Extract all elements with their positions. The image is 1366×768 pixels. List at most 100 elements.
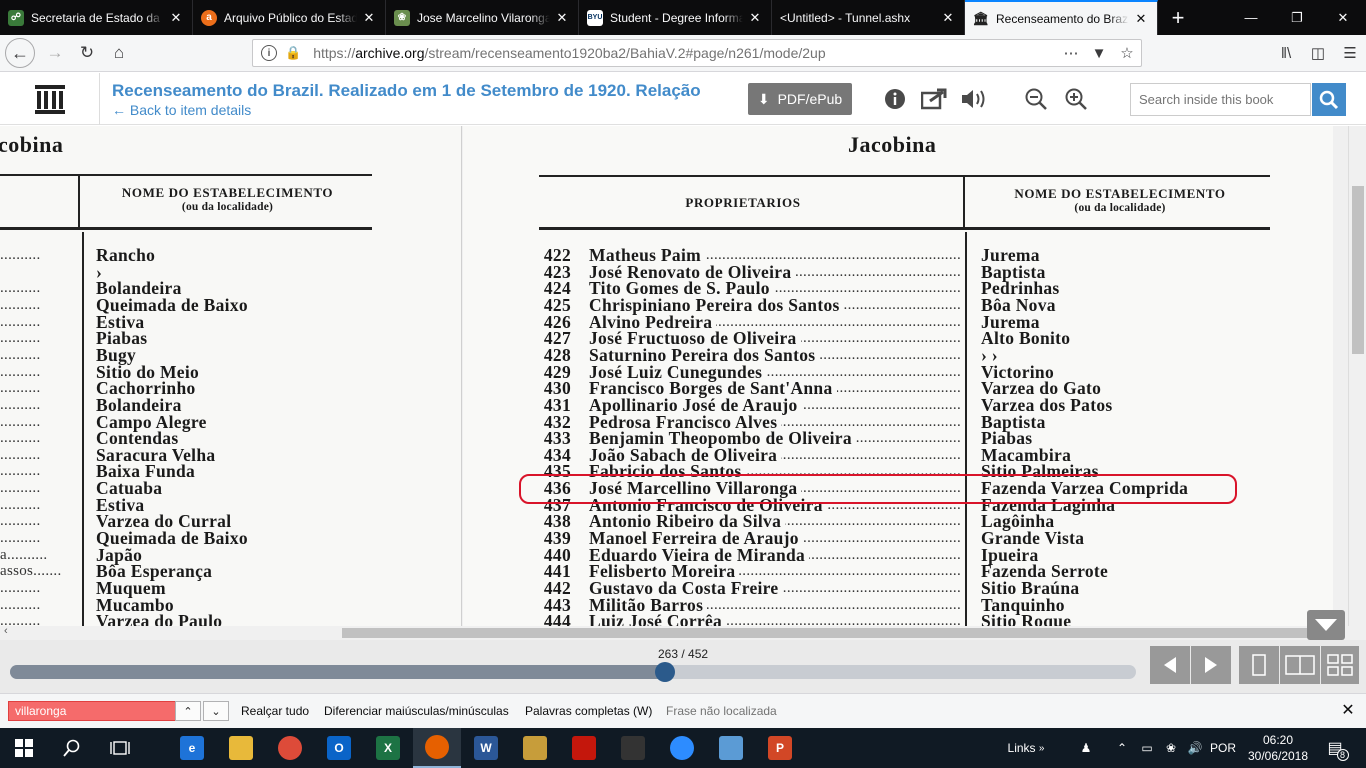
search-button[interactable] (48, 728, 96, 768)
leader-dots: .......... (0, 530, 41, 547)
vertical-scrollbar[interactable] (1348, 126, 1366, 626)
wifi-icon[interactable]: ❀ (1160, 728, 1182, 768)
pdf-epub-button[interactable]: ⬇ PDF/ePub (748, 83, 852, 115)
maximize-icon[interactable]: ❐ (1274, 0, 1320, 35)
volume-icon[interactable]: 🔊 (1184, 728, 1206, 768)
find-next-button[interactable]: ⌄ (203, 701, 229, 721)
taskbar-app[interactable]: e (168, 728, 216, 768)
people-icon[interactable]: ♟ (1074, 728, 1098, 768)
notification-center-button[interactable]: ▤ 8 (1320, 728, 1350, 768)
close-tab-icon[interactable]: ✕ (168, 10, 184, 26)
share-icon[interactable] (920, 85, 948, 113)
close-tab-icon[interactable]: ✕ (361, 10, 377, 26)
page-slider-handle[interactable] (655, 662, 676, 682)
scrollbar-thumb[interactable] (342, 628, 1332, 638)
search-button[interactable] (1312, 83, 1346, 116)
toggle-navbar-button[interactable] (1307, 610, 1345, 640)
thumbnail-view-button[interactable] (1321, 646, 1359, 684)
zoom-in-icon[interactable] (1062, 85, 1090, 113)
taskbar-app[interactable]: W (462, 728, 510, 768)
bookmark-star-icon[interactable]: ☆ (1113, 44, 1141, 62)
taskbar-app[interactable]: O (315, 728, 363, 768)
back-button[interactable]: ← (5, 38, 35, 68)
highlight-all-option[interactable]: Realçar tudo (241, 704, 309, 718)
outlook-icon: O (327, 736, 351, 760)
battery-icon[interactable]: ▭ (1136, 728, 1158, 768)
info-icon[interactable] (881, 85, 909, 113)
browser-tab[interactable]: ☍ Secretaria de Estado da C ✕ (0, 0, 193, 35)
leader-dots: ........................................… (803, 530, 961, 547)
archive-logo-icon[interactable] (0, 73, 100, 125)
search-inside-input[interactable] (1130, 83, 1311, 116)
url-text[interactable]: https://archive.org/stream/recenseamento… (313, 45, 1057, 61)
reload-button[interactable]: ↻ (71, 38, 103, 68)
leader-dots: .......... (0, 330, 41, 347)
home-button[interactable]: ⌂ (103, 38, 135, 68)
leader-dots: .......... (0, 613, 41, 626)
taskbar-app[interactable] (560, 728, 608, 768)
taskbar-app[interactable] (658, 728, 706, 768)
whole-words-option[interactable]: Palavras completas (W) (525, 704, 652, 718)
task-view-button[interactable] (96, 728, 144, 768)
taskbar-app[interactable] (413, 728, 461, 768)
chevron-up-icon[interactable]: ⌃ (1114, 728, 1130, 768)
taskbar-app[interactable] (707, 728, 755, 768)
taskbar-app[interactable]: X (364, 728, 412, 768)
url-bar[interactable]: i 🔒 https://archive.org/stream/recenseam… (252, 39, 1142, 67)
two-page-view-button[interactable] (1280, 646, 1320, 684)
page-slider[interactable] (10, 665, 1136, 679)
close-tab-icon[interactable]: ✕ (747, 10, 763, 26)
menu-icon[interactable]: ☰ (1334, 39, 1366, 67)
new-tab-button[interactable]: + (1158, 0, 1198, 35)
left-page-title: cobina (0, 132, 64, 157)
taskbar-app[interactable] (609, 728, 657, 768)
browser-tab[interactable]: ❀ Jose Marcelino Vilaronga ✕ (386, 0, 579, 35)
taskbar-app[interactable]: P (756, 728, 804, 768)
back-to-item-link[interactable]: ← Back to item details (112, 102, 251, 118)
prev-page-button[interactable] (1150, 646, 1190, 684)
library-icon[interactable]: ‖\ (1270, 39, 1302, 67)
minimize-icon[interactable]: — (1228, 0, 1274, 35)
scrollbar-thumb[interactable] (1352, 186, 1364, 354)
page-actions-icon[interactable]: ⋯ (1057, 44, 1085, 62)
clock[interactable]: 06:20 30/06/2018 (1240, 732, 1316, 764)
match-case-option[interactable]: Diferenciar maiúsculas/minúsculas (324, 704, 509, 718)
pocket-icon[interactable]: ▼ (1085, 45, 1113, 62)
browser-tab[interactable]: BYU Student - Degree Informa ✕ (579, 0, 772, 35)
info-icon[interactable]: i (261, 45, 277, 61)
taskbar-app[interactable] (266, 728, 314, 768)
browser-tab[interactable]: 🏛 Recenseamento do Brazil ✕ (965, 0, 1158, 35)
header-rule (0, 174, 372, 176)
find-input[interactable] (8, 701, 176, 721)
place-name: Varzea do Paulo (96, 611, 223, 626)
scroll-left-icon[interactable]: ‹ (4, 625, 8, 637)
close-tab-icon[interactable]: ✕ (1133, 11, 1149, 27)
read-aloud-icon[interactable] (960, 85, 988, 113)
close-icon[interactable]: ✕ (1338, 700, 1358, 720)
book-viewer[interactable]: cobina NOME DO ESTABELECIMENTO (ou da lo… (0, 126, 1366, 626)
links-toolbar[interactable]: Links » (1004, 728, 1048, 768)
entry-number: 431 (543, 394, 571, 415)
leader-dots: ........................................… (785, 513, 961, 530)
book-title[interactable]: Recenseamento do Brazil. Realizado em 1 … (112, 81, 737, 101)
close-tab-icon[interactable]: ✕ (940, 10, 956, 26)
taskbar-app[interactable] (217, 728, 265, 768)
two-page-icon (1285, 655, 1315, 675)
browser-tab[interactable]: <Untitled> - Tunnel.ashx ✕ (772, 0, 965, 35)
leader-dots: ........................................… (795, 263, 961, 280)
header-rule (539, 175, 1270, 177)
close-tab-icon[interactable]: ✕ (554, 10, 570, 26)
next-page-button[interactable] (1191, 646, 1231, 684)
close-window-icon[interactable]: ✕ (1320, 0, 1366, 35)
one-page-view-button[interactable] (1239, 646, 1279, 684)
horizontal-scrollbar[interactable]: ‹ (0, 625, 1366, 640)
sidebar-icon[interactable]: ◫ (1302, 39, 1334, 67)
lock-icon: 🔒 (285, 45, 302, 60)
find-previous-button[interactable]: ⌃ (175, 701, 201, 721)
start-button[interactable] (0, 728, 48, 768)
zoom-out-icon[interactable] (1022, 85, 1050, 113)
language-indicator[interactable]: POR (1208, 728, 1238, 768)
browser-tab[interactable]: a Arquivo Público do Estado ✕ (193, 0, 386, 35)
forward-button[interactable]: → (39, 38, 71, 68)
taskbar-app[interactable] (511, 728, 559, 768)
